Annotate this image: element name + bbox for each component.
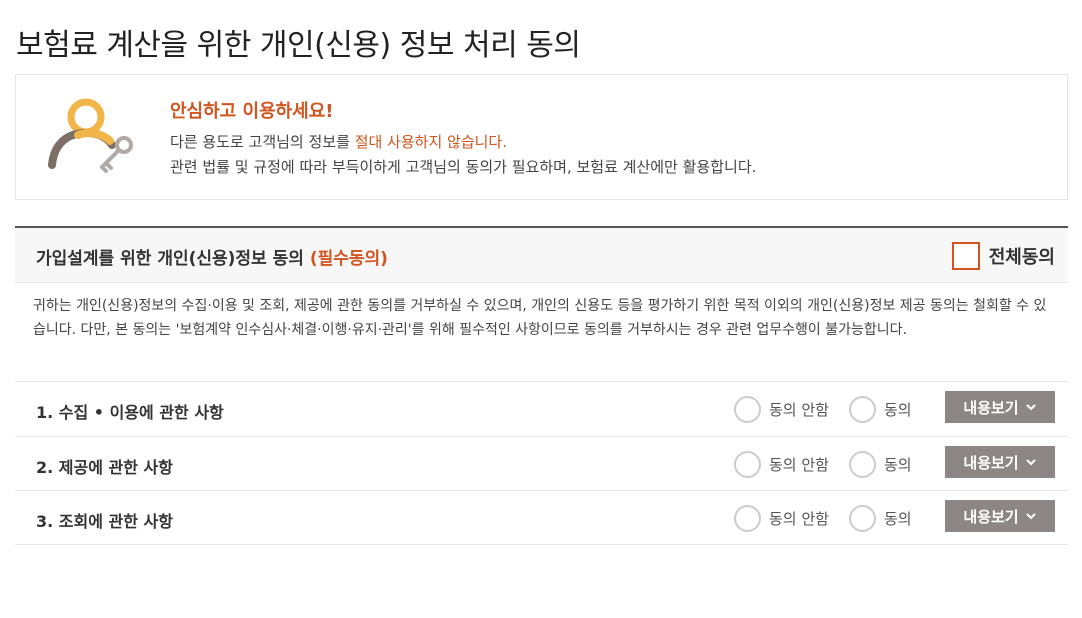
chevron-down-icon [1025,513,1036,520]
row-label: 3. 조회에 관한 사항 [36,512,173,531]
disagree-radio[interactable]: 동의 안함 [734,504,829,532]
radio-circle-icon[interactable] [848,450,876,478]
row-label: 2. 제공에 관한 사항 [36,458,173,477]
notice-line1-highlight: 절대 사용하지 않습니다. [354,133,507,151]
agree-label: 동의 [883,509,912,528]
notice-heading: 안심하고 이용하세요! [170,101,334,122]
consent-row-collection: 1. 수집 • 이용에 관한 사항 동의 안함 동의 내용보기 [15,381,1068,436]
disagree-radio[interactable]: 동의 안함 [734,395,829,423]
section-description: 귀하는 개인(신용)정보의 수집·이용 및 조회, 제공에 관한 동의를 거부하… [33,298,1047,338]
section-header: 가입설계를 위한 개인(신용)정보 동의 (필수동의) 전체동의 [15,226,1068,283]
radio-group: 동의 안함 동의 [734,395,912,423]
notice-box: 안심하고 이용하세요! 다른 용도로 고객님의 정보를 절대 사용하지 않습니다… [15,74,1068,200]
checkbox-icon[interactable] [951,242,980,270]
notice-line2: 관련 법률 및 규정에 따라 부득이하게 고객님의 동의가 필요하며, 보험료 … [170,158,757,176]
consent-section: 가입설계를 위한 개인(신용)정보 동의 (필수동의) 전체동의 귀하는 개인(… [15,226,1068,546]
section-title: 가입설계를 위한 개인(신용)정보 동의 (필수동의) [36,244,388,269]
radio-group: 동의 안함 동의 [734,504,912,532]
radio-circle-icon[interactable] [734,504,761,532]
view-details-label: 내용보기 [963,453,1019,472]
required-badge: (필수동의) [309,249,388,269]
user-key-icon [48,98,133,173]
radio-circle-icon[interactable] [734,395,761,423]
chevron-down-icon [1025,459,1036,466]
agree-label: 동의 [883,455,912,474]
view-details-button[interactable]: 내용보기 [945,391,1055,423]
radio-circle-icon[interactable] [848,504,876,532]
agree-radio[interactable]: 동의 [848,504,912,532]
agree-label: 동의 [883,400,912,419]
view-details-label: 내용보기 [963,507,1019,526]
notice-line1-text: 다른 용도로 고객님의 정보를 [170,133,355,151]
agree-radio[interactable]: 동의 [848,450,912,478]
disagree-label: 동의 안함 [769,509,829,528]
disagree-label: 동의 안함 [769,455,829,474]
chevron-down-icon [1025,404,1036,411]
row-label: 1. 수집 • 이용에 관한 사항 [36,403,224,422]
notice-line1: 다른 용도로 고객님의 정보를 절대 사용하지 않습니다. [170,131,507,152]
disagree-radio[interactable]: 동의 안함 [734,450,829,478]
consent-row-provision: 2. 제공에 관한 사항 동의 안함 동의 내용보기 [15,436,1068,491]
view-details-button[interactable]: 내용보기 [945,446,1055,478]
page-title: 보험료 계산을 위한 개인(신용) 정보 처리 동의 [16,28,581,63]
view-details-button[interactable]: 내용보기 [945,500,1055,532]
agree-radio[interactable]: 동의 [848,395,912,423]
radio-circle-icon[interactable] [734,450,761,478]
disagree-label: 동의 안함 [769,400,829,419]
view-details-label: 내용보기 [963,398,1019,417]
radio-circle-icon[interactable] [848,395,876,423]
consent-row-inquiry: 3. 조회에 관한 사항 동의 안함 동의 내용보기 [15,490,1068,545]
radio-group: 동의 안함 동의 [734,450,912,478]
all-agree-checkbox[interactable]: 전체동의 [951,241,1055,271]
consent-page: 보험료 계산을 위한 개인(신용) 정보 처리 동의 안심하고 이용하세요! 다… [0,0,1082,618]
all-agree-label: 전체동의 [988,247,1055,268]
section-title-text: 가입설계를 위한 개인(신용)정보 동의 [36,249,310,269]
